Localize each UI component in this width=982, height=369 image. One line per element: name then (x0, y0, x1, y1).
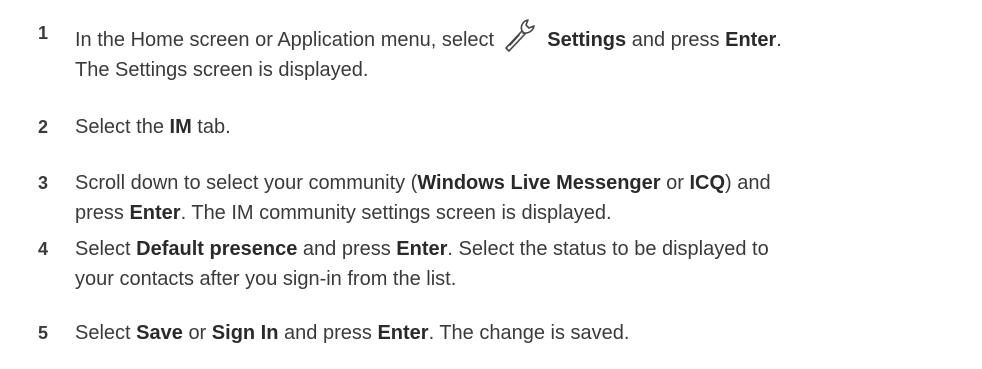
step-text-part: and press (302, 238, 391, 260)
step-text-part: Select (75, 238, 131, 260)
sign-in-label: Sign In (211, 322, 279, 344)
step-text-part: . The IM community settings screen is di… (180, 202, 612, 224)
save-label: Save (136, 322, 183, 344)
wrench-icon (502, 18, 538, 52)
step-text: Select Save or Sign In and press Enter. … (75, 318, 975, 348)
step-text: Scroll down to select your community (Wi… (75, 168, 975, 228)
step-text-part: In the Home screen or Application menu, … (75, 29, 495, 51)
step-text-part: or (188, 322, 207, 344)
step-text-part: Select the (75, 116, 164, 138)
step-text-part: The Settings screen is displayed. (75, 59, 369, 81)
step-number: 3 (38, 173, 49, 193)
im-tab-label: IM (169, 116, 192, 138)
instruction-steps: 1 In the Home screen or Application menu… (0, 0, 982, 369)
enter-key-label: Enter (129, 202, 181, 224)
step-text-part: . Select the status to be displayed to (447, 238, 769, 260)
step-text: Select Default presence and press Enter.… (75, 234, 975, 294)
step-number: 4 (38, 239, 49, 259)
step-text-part: and press (284, 322, 372, 344)
step-text-part: . The change is saved. (428, 322, 630, 344)
enter-key-label: Enter (396, 238, 448, 260)
step-number: 5 (38, 323, 49, 343)
step-text-part: tab. (197, 116, 231, 138)
windows-live-messenger-label: Windows Live Messenger (417, 172, 661, 194)
step-text-part: your contacts after you sign-in from the… (75, 268, 457, 290)
step-text-part: ) and (725, 172, 771, 194)
step-text-part: or (666, 172, 684, 194)
step-text-part: Scroll down to select your community ( (75, 172, 418, 194)
step-text-part: and press (631, 29, 720, 51)
step-number: 2 (38, 117, 49, 137)
step-text-part: Select (75, 322, 131, 344)
step-text: Select the IM tab. (75, 112, 975, 142)
enter-key-label: Enter (377, 322, 429, 344)
enter-key-label: Enter (725, 29, 777, 51)
step-text-part: . (776, 29, 782, 51)
settings-label: Settings (547, 29, 627, 51)
step-text-part: press (75, 202, 124, 224)
step-number: 1 (38, 23, 49, 43)
default-presence-label: Default presence (136, 238, 298, 260)
icq-label: ICQ (689, 172, 726, 194)
step-text: In the Home screen or Application menu, … (75, 18, 975, 85)
